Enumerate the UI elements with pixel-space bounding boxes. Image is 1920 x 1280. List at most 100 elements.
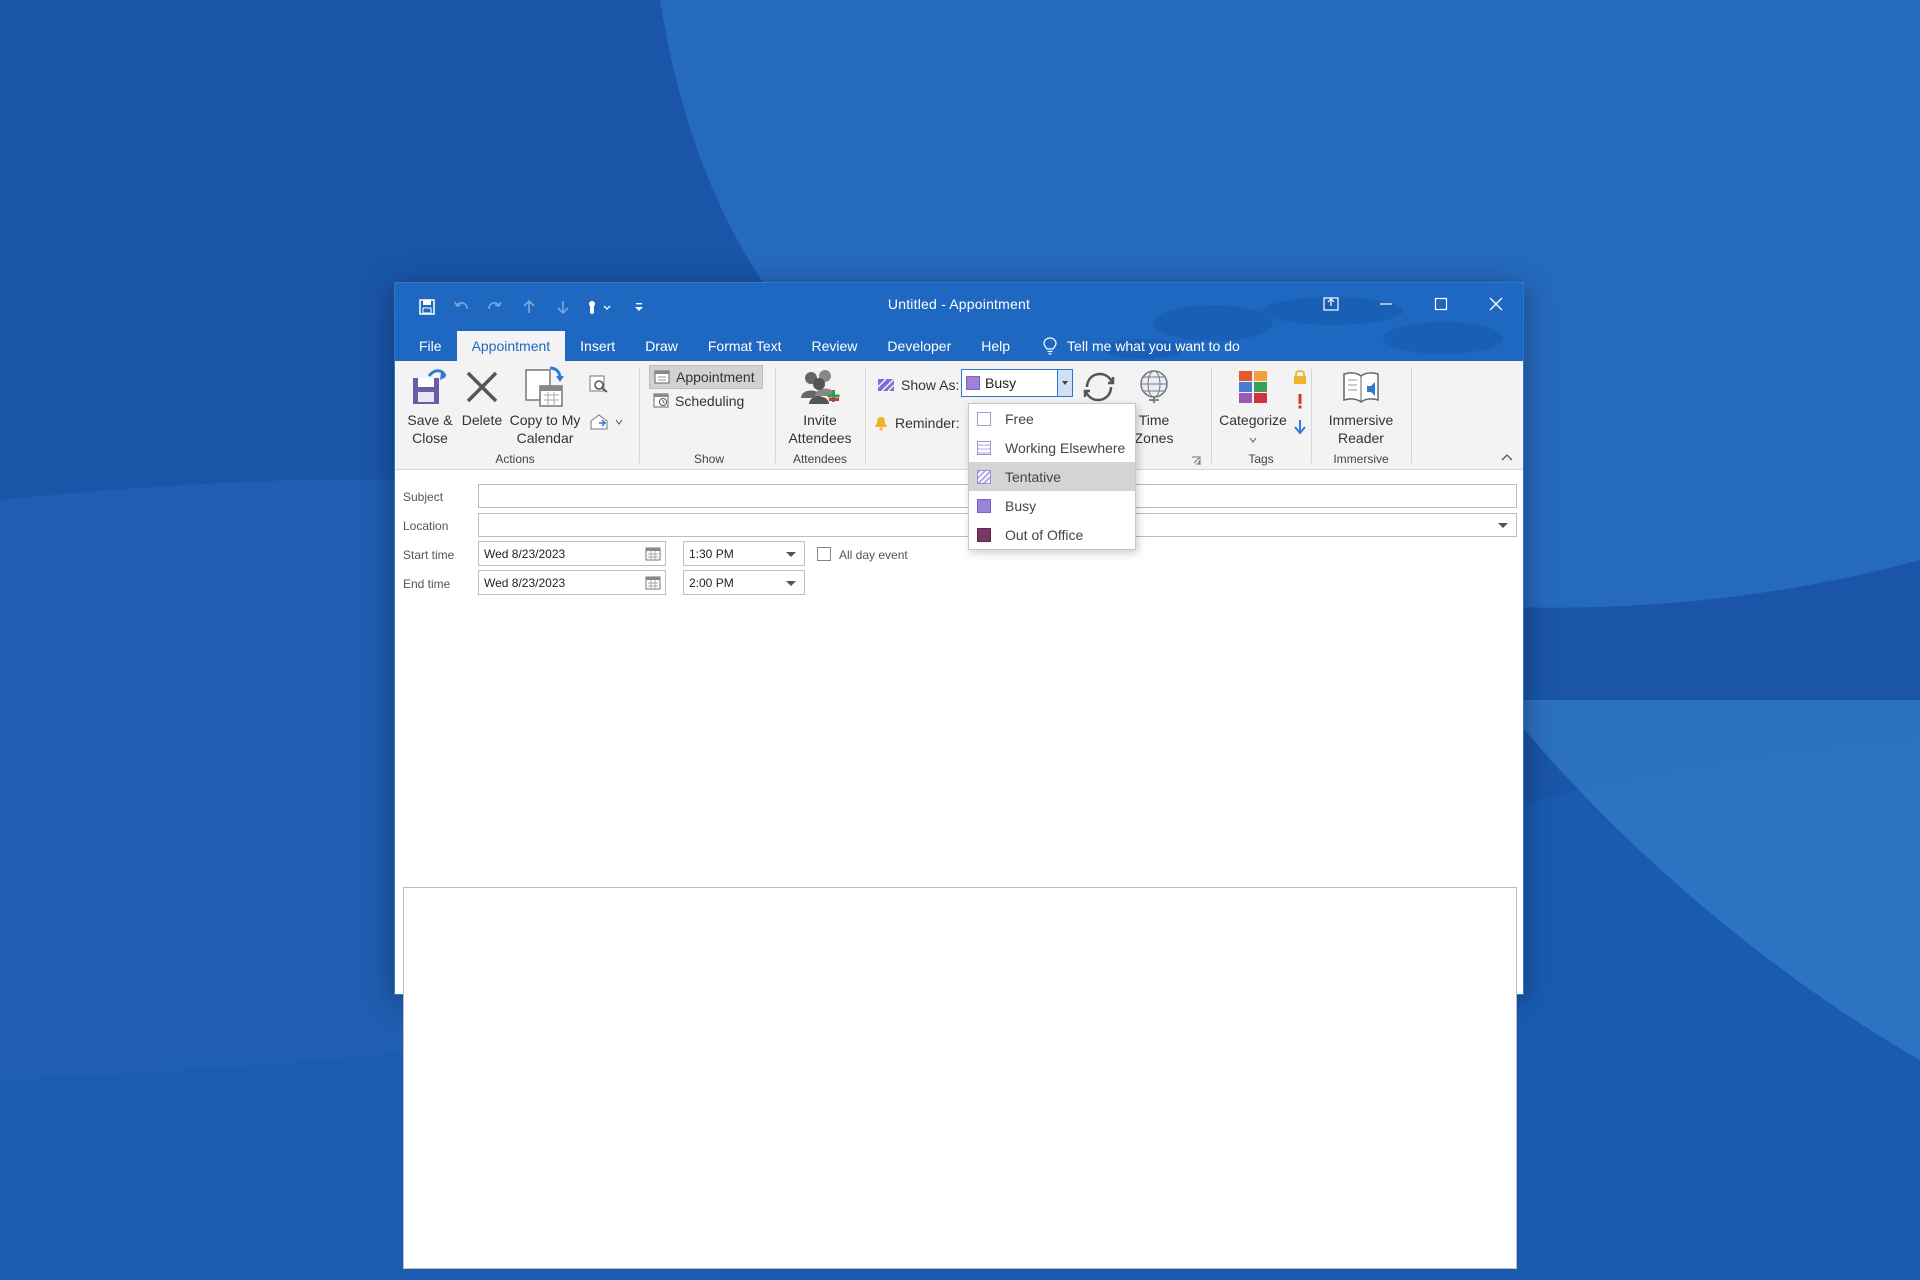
start-time-label: Start time [403,548,455,562]
ribbon-display-options-icon[interactable] [1303,287,1358,321]
ribbon-separator [1211,367,1212,463]
save-close-label-1: Save & [407,412,453,428]
invite-attendees-icon [801,370,840,404]
reminder-label: Reminder: [895,415,960,431]
show-as-option-free[interactable]: Free [969,404,1135,433]
delete-icon [466,371,498,403]
show-as-value: Busy [985,375,1017,391]
ribbon-separator [639,367,640,463]
show-as-dropdown[interactable]: Busy [961,369,1073,397]
ribbon-separator [1411,367,1412,463]
save-close-button[interactable]: Save & Close [403,365,457,447]
start-time-dropdown-arrow[interactable] [786,551,796,557]
immersive-group-label: Immersive [1333,452,1389,466]
tab-format-text[interactable]: Format Text [693,331,797,361]
time-zones-label-1: Time [1138,412,1170,428]
tentative-swatch [977,469,991,484]
option-label: Out of Office [1005,526,1084,543]
collapse-ribbon-icon[interactable] [1501,448,1513,466]
location-dropdown-arrow[interactable] [1498,523,1508,528]
tab-developer[interactable]: Developer [872,331,966,361]
end-date-field[interactable]: Wed 8/23/2023 [478,570,666,595]
end-time-label: End time [403,577,451,591]
tell-me-box[interactable]: Tell me what you want to do [1025,331,1240,361]
tab-review[interactable]: Review [797,331,873,361]
option-label: Busy [1005,497,1037,514]
immersive-reader-icon [1343,372,1379,403]
option-label: Free [1005,410,1034,427]
tags-group-label: Tags [1248,452,1274,466]
start-date-field[interactable]: Wed 8/23/2023 [478,541,666,566]
forward-preview-icon[interactable] [589,375,609,398]
show-as-option-out-of-office[interactable]: Out of Office [969,520,1135,549]
copy-to-calendar-button[interactable]: Copy to My Calendar [505,365,585,447]
immersive-reader-label-1: Immersive [1328,412,1394,428]
all-day-label: All day event [839,548,908,562]
busy-swatch [966,376,980,390]
body-editor[interactable] [403,887,1517,1269]
maximize-icon[interactable] [1413,287,1468,321]
tab-appointment[interactable]: Appointment [456,331,566,361]
actions-group-label: Actions [495,452,535,466]
close-icon[interactable] [1468,287,1523,321]
end-time-field[interactable]: 2:00 PM [683,570,805,595]
calendar-picker-icon[interactable] [645,576,661,590]
categorize-label: Categorize [1219,412,1287,428]
calendar-picker-icon[interactable] [645,547,661,561]
immersive-reader-label-2: Reader [1338,430,1384,446]
ribbon-tabs: File Appointment Insert Draw Format Text… [395,327,1240,361]
option-label: Tentative [1005,468,1062,485]
categorize-icon [1239,371,1267,403]
scheduling-view-button[interactable]: Scheduling [653,393,744,409]
delete-label: Delete [461,412,503,428]
private-lock-icon[interactable] [1293,369,1307,390]
chevron-down-icon [1249,437,1257,443]
free-swatch [977,411,991,426]
start-time-field[interactable]: 1:30 PM [683,541,805,566]
location-label: Location [403,519,449,533]
end-date-value: Wed 8/23/2023 [484,575,566,590]
forward-options-icon[interactable] [589,413,623,431]
show-group-label: Show [693,452,725,466]
ribbon-separator [865,367,866,463]
show-as-option-working-elsewhere[interactable]: Working Elsewhere [969,433,1135,462]
globe-icon [1140,370,1168,403]
all-day-checkbox[interactable] [817,547,831,561]
tab-help[interactable]: Help [966,331,1025,361]
minimize-icon[interactable] [1358,287,1413,321]
invite-label-1: Invite [803,412,837,428]
show-group: Appointment Scheduling Show [641,361,777,469]
appointment-view-button[interactable]: Appointment [649,365,763,389]
actions-group: Save & Close Delete Copy to My Calendar [395,361,635,469]
high-importance-icon[interactable] [1297,393,1303,414]
show-as-dropdown-arrow[interactable] [1057,370,1072,396]
tell-me-label: Tell me what you want to do [1067,338,1240,354]
chevron-down-icon [1062,381,1068,385]
appointment-view-label: Appointment [676,369,755,385]
tab-insert[interactable]: Insert [565,331,630,361]
low-importance-icon[interactable] [1293,419,1307,440]
invite-attendees-button[interactable]: Invite Attendees [781,365,859,447]
show-as-option-tentative[interactable]: Tentative [969,462,1135,491]
copy-calendar-icon [525,366,564,407]
tab-file[interactable]: File [395,331,457,361]
delete-button[interactable]: Delete [459,365,505,429]
categorize-button[interactable]: Categorize [1217,365,1289,447]
end-time-dropdown-arrow[interactable] [786,580,796,586]
immersive-reader-button[interactable]: Immersive Reader [1317,365,1405,447]
tab-draw[interactable]: Draw [630,331,693,361]
save-close-icon [413,369,447,404]
scheduling-view-label: Scheduling [675,393,745,409]
subject-label: Subject [403,490,444,504]
invite-label-2: Attendees [788,430,852,446]
window-controls [1303,287,1523,321]
show-as-label-row: Show As: [877,377,959,393]
show-as-label: Show As: [901,377,960,393]
tags-group: Categorize Tags [1213,361,1309,469]
out-of-office-swatch [977,527,991,542]
show-as-option-busy[interactable]: Busy [969,491,1135,520]
title-bar: Untitled - Appointment File Appointment … [395,283,1523,361]
working-elsewhere-swatch [977,440,991,455]
time-zones-button[interactable]: Time Zones [1129,365,1179,447]
immersive-group: Immersive Reader Immersive [1313,361,1409,469]
